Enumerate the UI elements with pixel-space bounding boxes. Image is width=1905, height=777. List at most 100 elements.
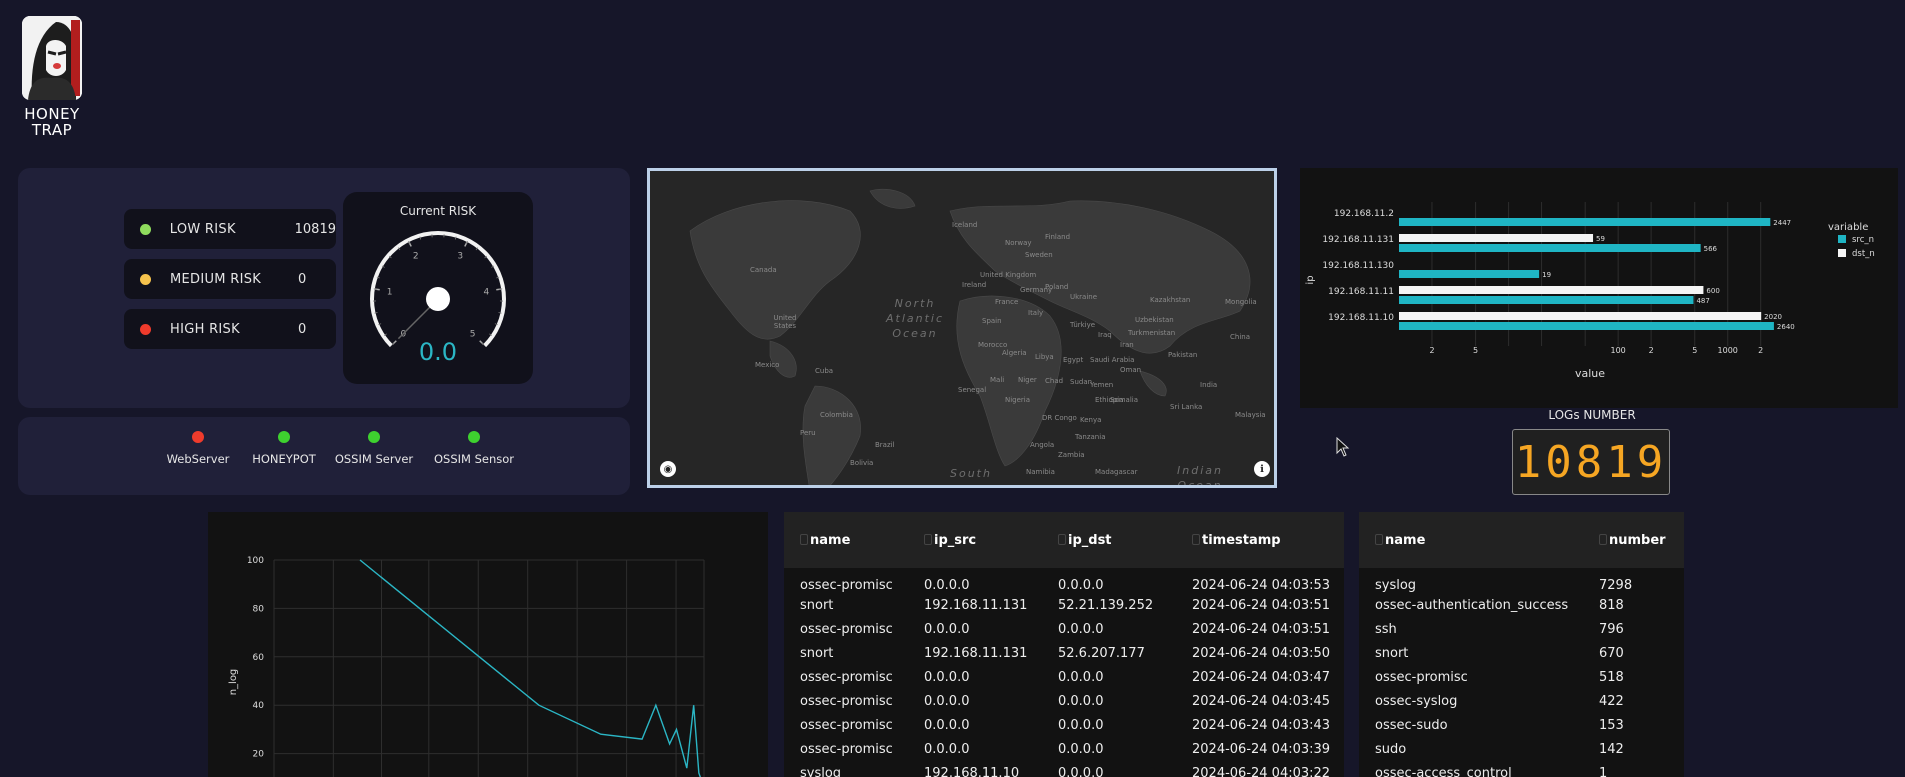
stat-table-row[interactable]: ossec-sudo 153 bbox=[1359, 713, 1684, 737]
log-table-row[interactable]: ossec-promisc 0.0.0.0 0.0.0.0 2024-06-24 04… bbox=[784, 689, 1344, 713]
sort-icon[interactable] bbox=[1192, 533, 1200, 545]
gauge-tick-label: 3 bbox=[457, 251, 463, 261]
column-header-name[interactable]: name bbox=[784, 512, 908, 568]
bar-x-tick-label: 2 bbox=[1429, 346, 1434, 355]
mapbox-logo-icon[interactable]: ◉ bbox=[660, 461, 676, 477]
stat-table-row[interactable]: snort 670 bbox=[1359, 641, 1684, 665]
line-y-tick-label: 20 bbox=[253, 750, 265, 760]
column-header-label: name bbox=[810, 532, 851, 548]
log-table-row[interactable]: ossec-promisc 0.0.0.0 0.0.0.0 2024-06-24 04… bbox=[784, 568, 1344, 593]
column-header-number[interactable]: number bbox=[1583, 512, 1684, 568]
table-cell: 0.0.0.0 bbox=[924, 717, 970, 733]
recent-logs-table: name ip_src ip_dst timestamp ossec-promi… bbox=[784, 512, 1344, 777]
map-label: China bbox=[1230, 333, 1250, 341]
table-cell: 7298 bbox=[1599, 578, 1633, 593]
log-table-row[interactable]: ossec-promisc 0.0.0.0 0.0.0.0 2024-06-24 04… bbox=[784, 737, 1344, 761]
bar-dst_n[interactable] bbox=[1399, 234, 1594, 242]
honeytrap-logo: HONEY TRAP bbox=[22, 16, 82, 138]
status-ossim-server: OSSIM Server bbox=[319, 431, 429, 466]
stat-table-row[interactable]: sudo 142 bbox=[1359, 737, 1684, 761]
bar-chart-svg: 192.168.11.2 2447 192.168.11.131 566 59 192.1… bbox=[1305, 202, 1875, 380]
table-cell: 0.0.0.0 bbox=[924, 693, 970, 709]
map-landmasses bbox=[689, 188, 1251, 485]
table-cell: 818 bbox=[1599, 597, 1624, 613]
table-cell: 52.6.207.177 bbox=[1058, 645, 1145, 661]
bar-x-tick-label: 5 bbox=[1692, 346, 1697, 355]
legend-swatch[interactable] bbox=[1838, 235, 1846, 243]
log-table-row[interactable]: snort 192.168.11.131 52.21.139.252 2024-06-… bbox=[784, 593, 1344, 617]
stat-table-row[interactable]: ossec-authentication_success 818 bbox=[1359, 593, 1684, 617]
map-label: Iraq bbox=[1098, 331, 1112, 339]
bar-src_n[interactable] bbox=[1399, 218, 1771, 226]
table-cell: 192.168.11.131 bbox=[924, 645, 1028, 661]
status-dot-icon bbox=[278, 431, 290, 443]
log-table-row[interactable]: ossec-promisc 0.0.0.0 0.0.0.0 2024-06-24 04… bbox=[784, 665, 1344, 689]
bar-src_n[interactable] bbox=[1399, 244, 1701, 252]
map-label: DR Congo bbox=[1042, 414, 1077, 422]
map-label: Somalia bbox=[1110, 396, 1139, 404]
bar-dst_n[interactable] bbox=[1399, 312, 1762, 320]
map-label: Nigeria bbox=[1005, 396, 1031, 404]
sort-icon[interactable] bbox=[1058, 533, 1066, 545]
bar-value-label: 59 bbox=[1596, 235, 1605, 243]
column-header-ip-dst[interactable]: ip_dst bbox=[1042, 512, 1176, 568]
map-label: Oman bbox=[1120, 366, 1142, 374]
hooded-figure-logo-image bbox=[22, 16, 82, 100]
legend-swatch[interactable] bbox=[1838, 249, 1846, 257]
table-cell: syslog bbox=[800, 765, 842, 777]
stat-table-row[interactable]: ossec-promisc 518 bbox=[1359, 665, 1684, 689]
line-y-tick-label: 100 bbox=[247, 556, 264, 566]
sort-icon[interactable] bbox=[1375, 533, 1383, 545]
map-label: United Kingdom bbox=[980, 271, 1037, 279]
log-table-row[interactable]: syslog 192.168.11.10 0.0.0.0 2024-06-24 04:… bbox=[784, 761, 1344, 777]
map-label: Cuba bbox=[815, 367, 834, 375]
bar-value-label: 600 bbox=[1706, 287, 1719, 295]
table-cell: 192.168.11.131 bbox=[924, 597, 1028, 613]
ip-bar-chart: 192.168.11.2 2447 192.168.11.131 566 59 192.1… bbox=[1300, 168, 1898, 408]
log-table-row[interactable]: ossec-promisc 0.0.0.0 0.0.0.0 2024-06-24 04… bbox=[784, 617, 1344, 641]
log-table-row[interactable]: ossec-promisc 0.0.0.0 0.0.0.0 2024-06-24 04… bbox=[784, 713, 1344, 737]
stat-table-row[interactable]: ssh 796 bbox=[1359, 617, 1684, 641]
map-label: Namibia bbox=[1026, 468, 1055, 476]
line-series-path[interactable] bbox=[359, 559, 704, 777]
table-cell: ossec-access_control bbox=[1375, 765, 1512, 777]
sort-icon[interactable] bbox=[800, 533, 808, 545]
bar-y-axis-title: ip bbox=[1305, 275, 1316, 284]
map-label: Saudi Arabia bbox=[1090, 356, 1135, 364]
table-cell: 0.0.0.0 bbox=[1058, 765, 1104, 777]
bar-src_n[interactable] bbox=[1399, 270, 1540, 278]
status-webserver: WebServer bbox=[148, 431, 248, 466]
map-label: Mali bbox=[990, 376, 1005, 384]
legend-label[interactable]: dst_n bbox=[1852, 249, 1875, 259]
status-dot-icon bbox=[468, 431, 480, 443]
map-label: Sweden bbox=[1025, 251, 1053, 259]
bar-category-label: 192.168.11.2 bbox=[1334, 209, 1394, 219]
table-cell: 2024-06-24 04:03:45 bbox=[1192, 693, 1331, 709]
log-source-count-table: name number syslog 7298 ossec-authenticati… bbox=[1359, 512, 1684, 777]
legend-label[interactable]: src_n bbox=[1852, 235, 1874, 245]
world-map[interactable]: Iceland Canada United States Mexico Cuba… bbox=[647, 168, 1277, 488]
column-header-ip-src[interactable]: ip_src bbox=[908, 512, 1042, 568]
column-header-label: timestamp bbox=[1202, 532, 1281, 548]
bar-src_n[interactable] bbox=[1399, 296, 1694, 304]
table-cell: 0.0.0.0 bbox=[924, 669, 970, 685]
table-cell: 2024-06-24 04:03:53 bbox=[1192, 578, 1331, 593]
bar-dst_n[interactable] bbox=[1399, 286, 1704, 294]
stat-table-row[interactable]: ossec-syslog 422 bbox=[1359, 689, 1684, 713]
map-label: Sudan bbox=[1070, 378, 1093, 386]
map-label: Algeria bbox=[1002, 349, 1027, 357]
log-table-row[interactable]: snort 192.168.11.131 52.6.207.177 2024-06-2… bbox=[784, 641, 1344, 665]
table-header-row: name number bbox=[1359, 512, 1684, 568]
stat-table-row[interactable]: syslog 7298 bbox=[1359, 568, 1684, 593]
bar-x-tick-label: 5 bbox=[1473, 346, 1478, 355]
map-info-icon[interactable]: ℹ bbox=[1254, 461, 1270, 477]
bar-category-label: 192.168.11.11 bbox=[1328, 287, 1394, 297]
column-header-name[interactable]: name bbox=[1359, 512, 1583, 568]
column-header-timestamp[interactable]: timestamp bbox=[1176, 512, 1344, 568]
sort-icon[interactable] bbox=[924, 533, 932, 545]
bar-src_n[interactable] bbox=[1399, 322, 1774, 330]
table-cell: 0.0.0.0 bbox=[1058, 717, 1104, 733]
logo-line-2: TRAP bbox=[31, 121, 73, 139]
sort-icon[interactable] bbox=[1599, 533, 1607, 545]
stat-table-row[interactable]: ossec-access_control 1 bbox=[1359, 761, 1684, 777]
